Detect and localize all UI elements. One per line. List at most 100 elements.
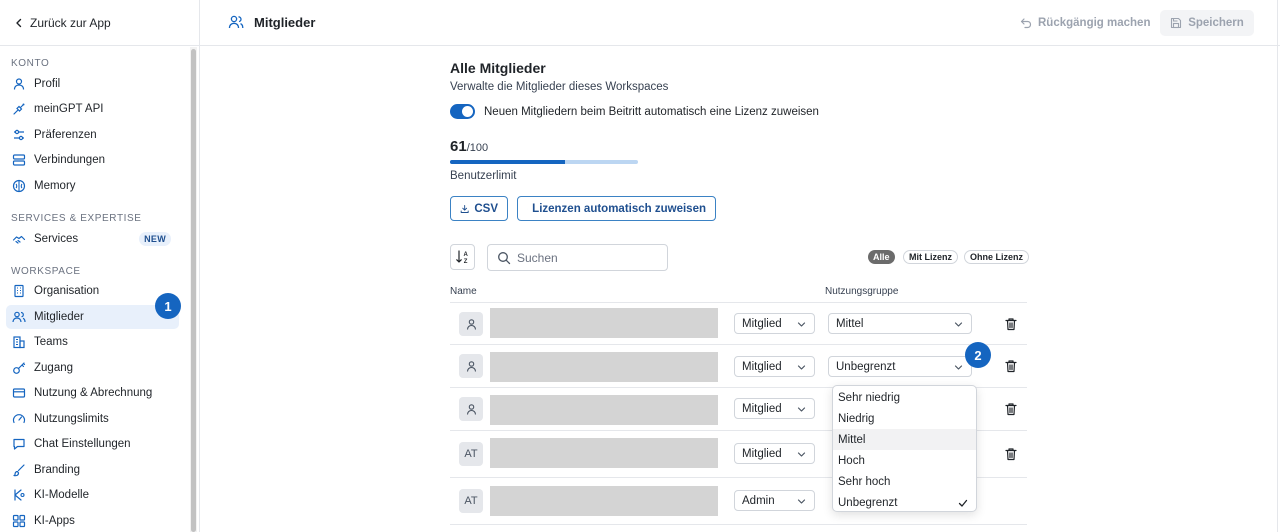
undo-button[interactable]: Rückgängig machen [1020, 11, 1150, 35]
role-value: Mitglied [742, 402, 782, 415]
page-title: Mitglieder [254, 15, 316, 30]
sidebar-item-label: Teams [34, 336, 68, 348]
csv-label: CSV [474, 202, 498, 215]
role-select[interactable]: Admin [734, 490, 815, 511]
credit-card-icon [12, 388, 26, 398]
sidebar-item-label: Mitglieder [34, 311, 84, 323]
user-placeholder-icon [466, 360, 476, 372]
role-select[interactable]: Mitglied [734, 356, 815, 377]
sidebar-item-api[interactable]: meinGPT API [6, 97, 179, 121]
dropdown-option-unbegrenzt[interactable]: Unbegrenzt [833, 492, 976, 513]
sidebar-scrollbar[interactable] [190, 47, 197, 532]
users-icon [228, 15, 244, 29]
trash-icon[interactable] [1004, 447, 1018, 461]
gauge-icon [12, 414, 26, 424]
sidebar-item-mitglieder[interactable]: Mitglieder [6, 305, 179, 329]
page-header: Mitglieder Rückgängig machen Speichern [200, 0, 1280, 46]
chevron-left-icon [16, 18, 22, 27]
sliders-icon [14, 129, 24, 141]
sidebar-item-branding[interactable]: Branding [6, 458, 179, 482]
sidebar-item-ki-modelle[interactable]: KI-Modelle [6, 483, 179, 507]
sidebar-item-teams[interactable]: Teams [6, 330, 179, 354]
sidebar-item-label: Services [34, 233, 79, 245]
back-label: Zurück zur App [30, 15, 111, 30]
sidebar-item-services[interactable]: Services NEW [6, 227, 179, 251]
back-to-app-link[interactable]: Zurück zur App [0, 0, 199, 46]
role-value: Mitglied [742, 317, 782, 330]
auto-assign-licenses-button[interactable]: Lizenzen automatisch zuweisen [517, 196, 716, 221]
undo-label: Rückgängig machen [1038, 17, 1151, 29]
svg-text:Z: Z [463, 259, 467, 265]
filter-all[interactable]: Alle [868, 250, 895, 264]
brain-icon [12, 179, 26, 193]
sidebar-item-nutzung[interactable]: Nutzung & Abrechnung [6, 381, 179, 405]
sidebar-item-chat[interactable]: Chat Einstellungen [6, 432, 179, 456]
user-limit-value: /100 [466, 142, 489, 154]
sidebar-item-label: Branding [34, 464, 81, 476]
sidebar-item-label: KI-Modelle [34, 489, 89, 501]
save-label: Speichern [1188, 17, 1244, 29]
filter-without-license[interactable]: Ohne Lizenz [964, 250, 1030, 264]
sidebar-item-label: Chat Einstellungen [34, 438, 131, 450]
role-select[interactable]: Mitglied [734, 313, 815, 334]
new-badge: NEW [139, 232, 171, 246]
sidebar-item-label: Präferenzen [34, 129, 97, 141]
dropdown-option-mittel[interactable]: Mittel [833, 429, 976, 450]
sidebar-item-praeferenzen[interactable]: Präferenzen [6, 123, 179, 147]
avatar [459, 397, 483, 421]
usage-group-select[interactable]: Unbegrenzt [828, 356, 972, 377]
sort-button[interactable]: AZ [450, 244, 475, 270]
building-icon [14, 284, 24, 298]
sidebar-item-profil[interactable]: Profil [6, 72, 179, 96]
dropdown-option-label: Unbegrenzt [838, 496, 898, 509]
sidebar-item-label: Memory [34, 180, 76, 192]
sidebar-item-zugang[interactable]: Zugang [6, 356, 179, 380]
dropdown-option-niedrig[interactable]: Niedrig [833, 408, 976, 429]
trash-icon[interactable] [1004, 359, 1018, 373]
sidebar-item-label: Zugang [34, 362, 74, 374]
section-subtitle: Verwalte die Mitglieder dieses Workspace… [450, 81, 669, 93]
trash-icon[interactable] [1004, 402, 1018, 416]
auto-assign-label: Lizenzen automatisch zuweisen [532, 202, 706, 215]
dropdown-option-sehr-niedrig[interactable]: Sehr niedrig [833, 387, 976, 408]
role-select[interactable]: Mitglied [734, 398, 815, 419]
trash-icon[interactable] [1004, 317, 1018, 331]
sidebar-item-label: Verbindungen [34, 154, 105, 166]
divider [450, 524, 1027, 525]
usage-progress-bar [450, 160, 638, 164]
auto-license-toggle[interactable] [450, 104, 475, 119]
avatar [459, 354, 483, 378]
sidebar-item-label: KI-Apps [34, 515, 75, 527]
filter-with-license[interactable]: Mit Lizenz [903, 250, 958, 264]
sidebar-item-organisation[interactable]: Organisation [6, 279, 179, 303]
search-field[interactable] [487, 244, 668, 271]
user-placeholder-icon [466, 403, 476, 415]
auto-license-label: Neuen Mitgliedern beim Beitritt automati… [484, 105, 819, 118]
usage-group-value: Mittel [836, 317, 864, 330]
download-icon [460, 204, 469, 213]
svg-text:A: A [463, 252, 468, 258]
role-select[interactable]: Mitglied [734, 443, 815, 464]
save-icon [1171, 17, 1182, 29]
sidebar-item-label: meinGPT API [34, 103, 104, 115]
search-input[interactable] [517, 250, 657, 265]
scrollbar-thumb[interactable] [191, 49, 196, 532]
sidebar-item-nutzungslimits[interactable]: Nutzungslimits [6, 407, 179, 431]
sidebar-item-ki-apps[interactable]: KI-Apps [6, 509, 179, 532]
avatar [459, 312, 483, 336]
ai-model-icon [14, 489, 25, 501]
role-value: Admin [742, 494, 775, 507]
sidebar-nav: KONTO Profil meinGPT API Präferenzen Ver… [0, 47, 189, 532]
sidebar-item-memory[interactable]: Memory [6, 174, 179, 198]
dropdown-option-sehr-hoch[interactable]: Sehr hoch [833, 471, 976, 492]
dropdown-option-hoch[interactable]: Hoch [833, 450, 976, 471]
csv-export-button[interactable]: CSV [450, 196, 508, 221]
usage-group-select[interactable]: Mittel [828, 313, 972, 334]
sidebar: Zurück zur App KONTO Profil meinGPT API … [0, 0, 200, 532]
chevron-down-icon [797, 452, 806, 457]
redacted-member-name [490, 486, 718, 516]
sidebar-item-verbindungen[interactable]: Verbindungen [6, 148, 179, 172]
sidebar-item-label: Profil [34, 78, 61, 90]
user-count: 61/100 [450, 138, 488, 155]
save-button[interactable]: Speichern [1160, 10, 1254, 36]
